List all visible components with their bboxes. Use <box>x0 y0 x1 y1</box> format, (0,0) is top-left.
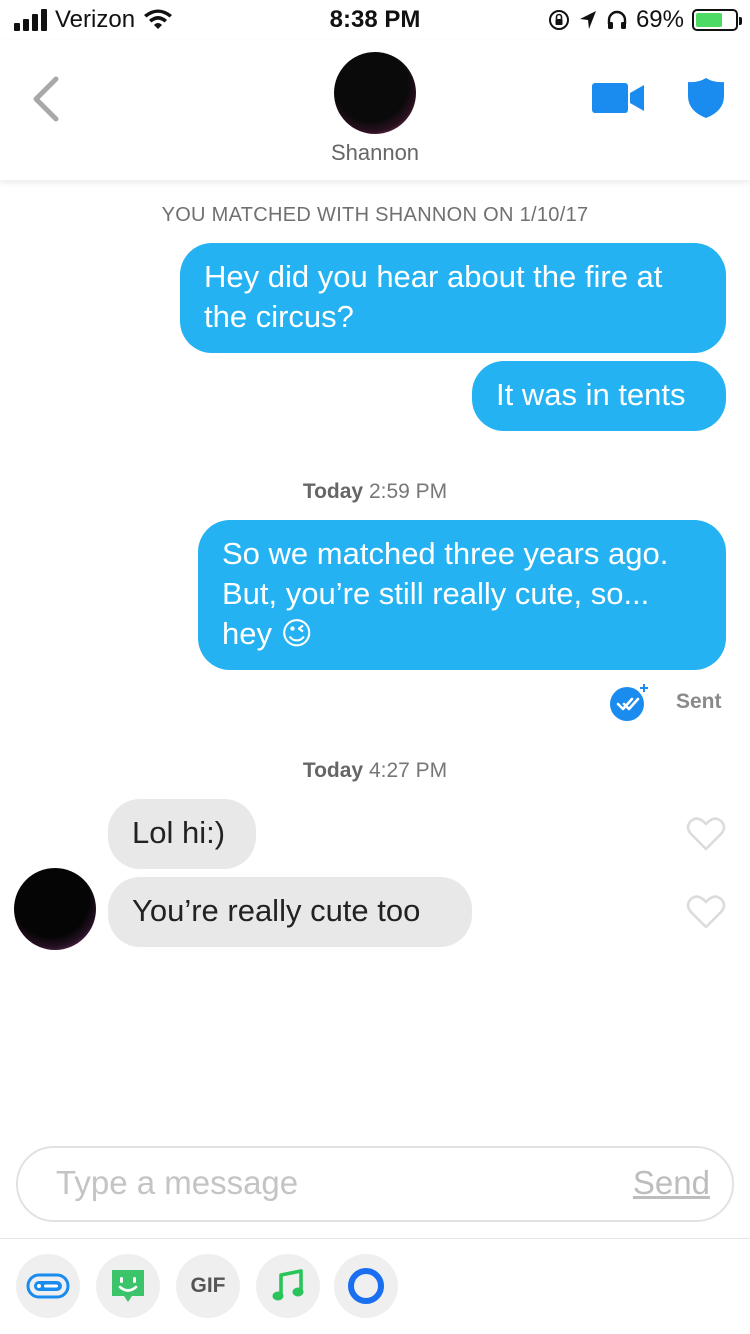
message-text: Hey did you hear about the fire at the c… <box>204 259 663 334</box>
sent-status: Sent <box>676 690 722 713</box>
match-banner: YOU MATCHED WITH SHANNON ON 1/10/17 <box>161 204 589 226</box>
sticker-card-icon <box>26 1273 70 1299</box>
music-note-icon <box>272 1269 304 1301</box>
timestamp: Today 2:59 PM <box>0 480 750 504</box>
send-button[interactable]: Send <box>633 1164 710 1202</box>
message-input[interactable]: Type a message <box>56 1164 298 1202</box>
message-line: So we matched three years ago. <box>222 536 669 571</box>
battery-icon <box>692 9 742 31</box>
message-line: But, you’re still really cute, so... <box>222 576 650 611</box>
location-arrow-icon <box>579 11 596 29</box>
profile-name[interactable]: Shannon <box>0 140 750 166</box>
read-receipt-icon <box>610 684 648 721</box>
profile-avatar[interactable] <box>334 52 416 134</box>
message-composer[interactable]: Type a message Send <box>16 1146 734 1222</box>
timestamp-day: Today <box>302 759 364 782</box>
back-chevron-icon[interactable] <box>26 74 66 124</box>
music-button[interactable] <box>256 1254 320 1318</box>
timestamp-time: 4:27 PM <box>368 759 448 782</box>
wink-emoji-icon: 😉 <box>280 616 313 651</box>
timestamp-time: 2:59 PM <box>368 480 448 503</box>
battery-percentage: 69% <box>635 6 684 33</box>
incoming-message[interactable]: Lol hi:) <box>108 799 256 869</box>
bitmoji-button[interactable] <box>96 1254 160 1318</box>
timestamp: Today 4:27 PM <box>0 759 750 783</box>
attachment-toolbar: GIF <box>0 1254 750 1318</box>
bitmoji-icon <box>112 1270 144 1302</box>
status-bar: Verizon 8:38 PM 69% <box>0 0 750 40</box>
orientation-lock-icon <box>548 10 569 30</box>
status-right: 69% <box>548 6 742 34</box>
outgoing-message[interactable]: It was in tents <box>472 361 726 431</box>
message-line: hey 😉 <box>222 614 702 654</box>
sender-avatar[interactable] <box>14 868 96 950</box>
shield-icon[interactable] <box>686 76 726 120</box>
timestamp-day: Today <box>302 480 364 503</box>
message-text: You’re really cute too <box>132 893 421 928</box>
gif-icon: GIF <box>190 1274 226 1297</box>
like-heart-icon[interactable] <box>686 894 726 930</box>
battery-fill <box>696 13 723 27</box>
video-camera-icon[interactable] <box>590 80 646 116</box>
incoming-message[interactable]: You’re really cute too <box>108 877 472 947</box>
headphones-icon <box>607 10 627 29</box>
sticker-card-button[interactable] <box>16 1254 80 1318</box>
message-text: Lol hi:) <box>132 815 226 850</box>
loop-ring-icon <box>348 1268 384 1304</box>
outgoing-message[interactable]: So we matched three years ago. But, you’… <box>198 520 726 670</box>
chat-header: Shannon <box>0 40 750 180</box>
outgoing-message[interactable]: Hey did you hear about the fire at the c… <box>180 243 726 353</box>
like-heart-icon[interactable] <box>686 816 726 852</box>
divider <box>0 1238 750 1239</box>
gif-button[interactable]: GIF <box>176 1254 240 1318</box>
message-line-text: hey <box>222 616 272 651</box>
loop-button[interactable] <box>334 1254 398 1318</box>
message-text: It was in tents <box>496 377 686 412</box>
